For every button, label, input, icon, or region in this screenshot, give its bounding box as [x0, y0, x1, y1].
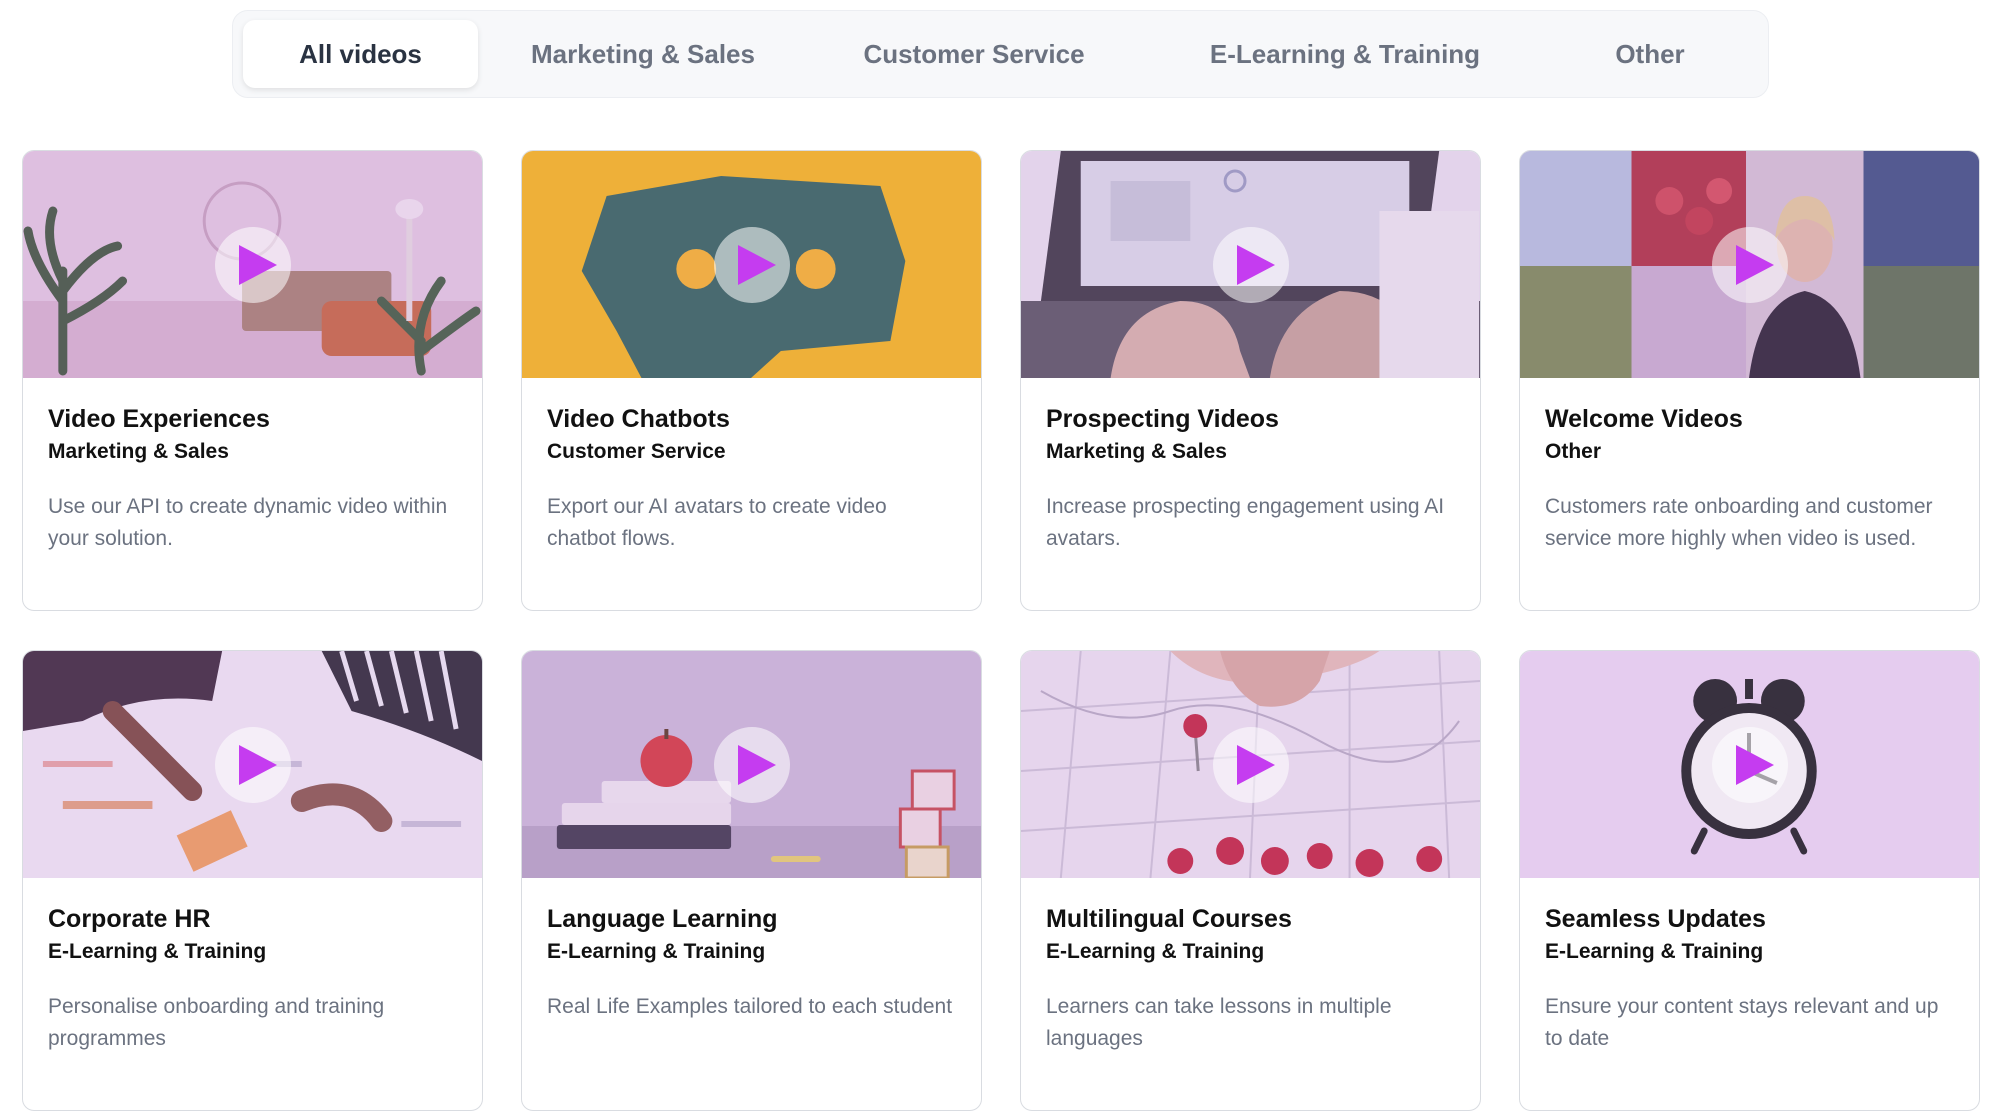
video-card-seamless-updates[interactable]: Seamless Updates E-Learning & Training E…	[1519, 650, 1980, 1111]
video-thumbnail[interactable]	[1021, 651, 1480, 878]
play-button[interactable]	[214, 226, 291, 303]
card-category: Other	[1545, 440, 1602, 463]
card-description: Real Life Examples tailored to each stud…	[547, 995, 953, 1018]
video-card-language-learning[interactable]: Language Learning E-Learning & Training …	[521, 650, 982, 1111]
card-description: Ensure your content stays relevant and u…	[1545, 995, 1939, 1050]
card-title: Multilingual Courses	[1046, 905, 1292, 933]
card-category: E-Learning & Training	[547, 940, 766, 963]
video-thumbnail[interactable]	[522, 651, 981, 878]
play-button[interactable]	[713, 226, 790, 303]
card-title: Language Learning	[547, 905, 778, 933]
play-button[interactable]	[1711, 226, 1788, 303]
card-description: Learners can take lessons in multiple la…	[1046, 995, 1392, 1050]
play-button[interactable]	[713, 726, 790, 803]
card-title: Prospecting Videos	[1046, 405, 1279, 433]
card-title: Welcome Videos	[1545, 405, 1743, 433]
play-button[interactable]	[214, 726, 291, 803]
card-category: E-Learning & Training	[1545, 940, 1764, 963]
play-icon	[238, 744, 277, 785]
tab-other[interactable]: Other	[1550, 20, 1750, 88]
tab-marketing-sales[interactable]: Marketing & Sales	[478, 20, 808, 88]
card-description: Personalise onboarding and training prog…	[48, 995, 385, 1050]
video-thumbnail[interactable]	[1021, 151, 1480, 378]
category-filter-tabs: All videos Marketing & Sales Customer Se…	[232, 10, 1769, 98]
card-category: Marketing & Sales	[48, 440, 229, 463]
play-icon	[737, 244, 776, 285]
play-button[interactable]	[1212, 226, 1289, 303]
video-thumbnail[interactable]	[1520, 651, 1979, 878]
video-card-grid: Video Experiences Marketing & Sales Use …	[22, 150, 1980, 1111]
video-card-video-chatbots[interactable]: Video Chatbots Customer Service Export o…	[521, 150, 982, 611]
video-card-video-experiences[interactable]: Video Experiences Marketing & Sales Use …	[22, 150, 483, 611]
tab-all-videos[interactable]: All videos	[243, 20, 478, 88]
card-category: Marketing & Sales	[1046, 440, 1227, 463]
play-icon	[737, 744, 776, 785]
card-category: E-Learning & Training	[1046, 940, 1265, 963]
play-icon	[1236, 744, 1275, 785]
card-title: Seamless Updates	[1545, 905, 1766, 933]
video-thumbnail[interactable]	[522, 151, 981, 378]
card-title: Corporate HR	[48, 905, 211, 933]
card-description: Use our API to create dynamic video with…	[48, 495, 448, 550]
card-category: E-Learning & Training	[48, 940, 267, 963]
video-thumbnail[interactable]	[23, 151, 482, 378]
video-card-multilingual-courses[interactable]: Multilingual Courses E-Learning & Traini…	[1020, 650, 1481, 1111]
video-card-corporate-hr[interactable]: Corporate HR E-Learning & Training Perso…	[22, 650, 483, 1111]
card-description: Customers rate onboarding and customer s…	[1545, 495, 1933, 550]
card-title: Video Chatbots	[547, 405, 730, 433]
video-card-prospecting-videos[interactable]: Prospecting Videos Marketing & Sales Inc…	[1020, 150, 1481, 611]
tab-customer-service[interactable]: Customer Service	[808, 20, 1140, 88]
play-button[interactable]	[1212, 726, 1289, 803]
play-icon	[1236, 244, 1275, 285]
card-category: Customer Service	[547, 440, 726, 463]
play-button[interactable]	[1711, 726, 1788, 803]
card-description: Increase prospecting engagement using AI…	[1046, 495, 1445, 550]
play-icon	[1735, 244, 1774, 285]
card-description: Export our AI avatars to create video ch…	[547, 495, 887, 550]
video-card-welcome-videos[interactable]: Welcome Videos Other Customers rate onbo…	[1519, 150, 1980, 611]
video-thumbnail[interactable]	[23, 651, 482, 878]
play-icon	[1735, 744, 1774, 785]
tab-e-learning-training[interactable]: E-Learning & Training	[1140, 20, 1550, 88]
video-thumbnail[interactable]	[1520, 151, 1979, 378]
card-title: Video Experiences	[48, 405, 270, 433]
play-icon	[238, 244, 277, 285]
